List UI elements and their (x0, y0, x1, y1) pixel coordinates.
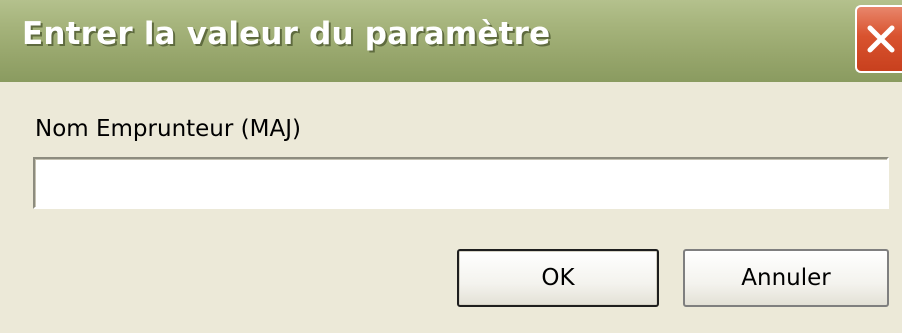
title-bar[interactable]: Entrer la valeur du paramètre (0, 0, 902, 82)
close-button[interactable] (855, 5, 902, 73)
parameter-label: Nom Emprunteur (MAJ) (35, 116, 301, 142)
parameter-value-input[interactable] (33, 157, 889, 209)
cancel-button[interactable]: Annuler (683, 249, 889, 307)
dialog-title: Entrer la valeur du paramètre (22, 16, 551, 52)
ok-button[interactable]: OK (457, 249, 659, 307)
ok-button-label: OK (541, 265, 575, 291)
cancel-button-label: Annuler (741, 265, 831, 291)
parameter-dialog: Entrer la valeur du paramètre Nom Emprun… (0, 0, 902, 333)
close-icon (867, 25, 895, 53)
